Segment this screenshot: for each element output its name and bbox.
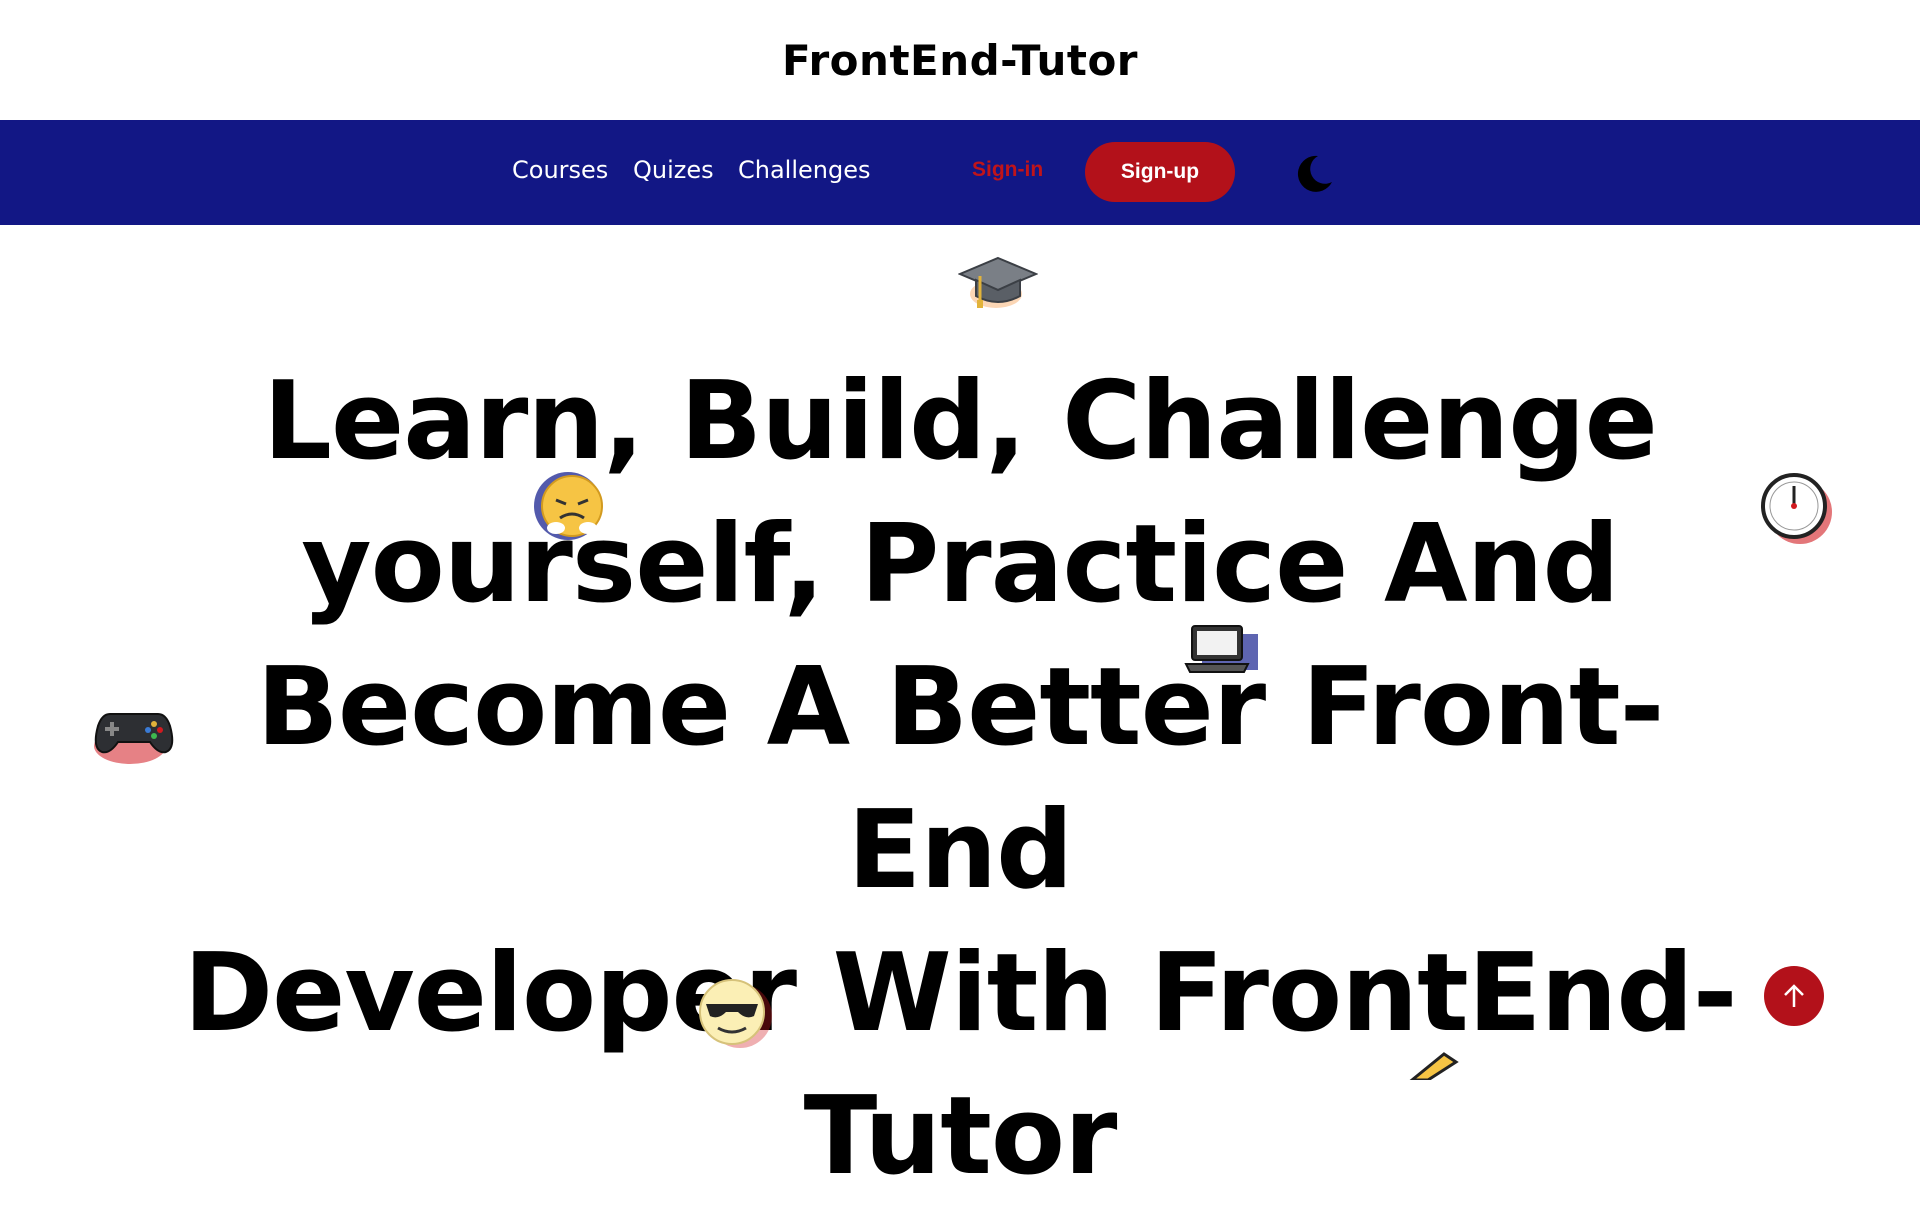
sunglasses-face-icon [699, 979, 772, 1048]
scroll-to-top-button[interactable] [1764, 966, 1824, 1026]
site-header: FrontEnd-Tutor [0, 0, 1920, 120]
nav-link-courses[interactable]: Courses [512, 156, 608, 184]
graduation-cap-icon [958, 256, 1038, 308]
theme-toggle-button[interactable] [1292, 152, 1336, 196]
brand-title[interactable]: FrontEnd-Tutor [782, 36, 1138, 85]
game-controller-icon [94, 713, 174, 764]
pencil-icon [1409, 1052, 1459, 1080]
arrow-up-icon [1784, 984, 1804, 1007]
signup-button[interactable]: Sign-up [1085, 142, 1235, 202]
signup-label: Sign-up [1120, 160, 1200, 183]
hero-heading: Learn, Build, Challenge yourself, Practi… [160, 350, 1760, 1208]
nav-link-quizes[interactable]: Quizes [633, 156, 714, 184]
hero-line-3: Become A Better Front-End [256, 645, 1665, 913]
signin-button[interactable]: Sign-in [972, 158, 1043, 182]
hero-line-2: yourself, Practice And [301, 502, 1620, 627]
laptop-icon [1184, 625, 1258, 673]
main-navbar: Courses Quizes Challenges Sign-in Sign-u… [0, 120, 1920, 225]
nav-link-challenges[interactable]: Challenges [738, 156, 871, 184]
hero-line-1: Learn, Build, Challenge [263, 359, 1658, 484]
stopwatch-icon [1761, 473, 1832, 544]
moon-icon [1297, 155, 1332, 192]
angry-face-icon [534, 472, 603, 540]
hero-line-5: Tutor [803, 1074, 1118, 1199]
hero-line-4: Developer With FrontEnd- [183, 931, 1737, 1056]
